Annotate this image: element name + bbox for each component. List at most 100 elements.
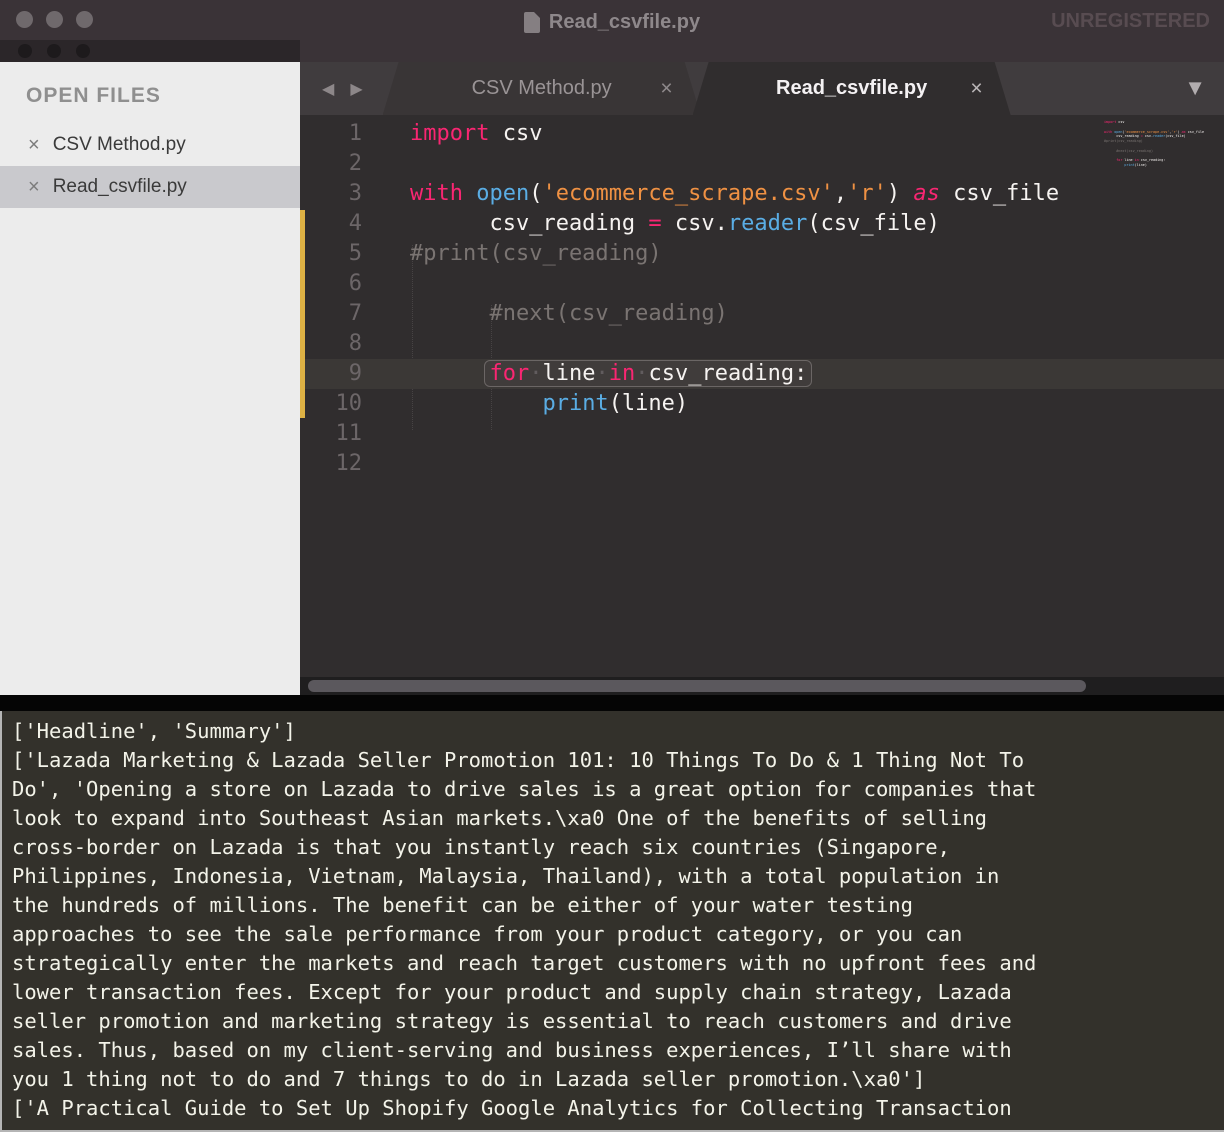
code-line-2[interactable]: 2 (300, 149, 1224, 179)
open-files-list: × CSV Method.py ×Read_csvfile.py (0, 124, 300, 208)
line-number: 5 (300, 239, 380, 269)
code-text (380, 419, 410, 449)
minimap[interactable]: import csvwith open('ecommerce_scrape.cs… (1102, 118, 1224, 180)
code-text: with open('ecommerce_scrape.csv','r') as… (380, 179, 1059, 209)
code-text: #next(csv_reading) (380, 299, 728, 329)
code-token: , (834, 181, 847, 206)
line-number: 1 (300, 119, 380, 149)
code-token: print (542, 391, 608, 416)
line-number: 10 (300, 389, 380, 419)
code-line-9[interactable]: 9 for·line·in·csv_reading: (300, 359, 1224, 389)
code-token: 'ecommerce_scrape.csv' (1124, 130, 1169, 134)
code-token: reader (728, 211, 807, 236)
code-line-10[interactable]: 10 print(line) (300, 389, 1224, 419)
code-token: #print(csv_reading) (1104, 139, 1143, 143)
console-line: cross-border on Lazada is that you insta… (12, 833, 1224, 862)
tab-label: CSV Method.py (472, 77, 612, 100)
code-text: import csv (380, 119, 542, 149)
code-token: for (489, 361, 529, 386)
code-line-12[interactable]: 12 (300, 449, 1224, 479)
close-tab-icon[interactable]: × (660, 77, 672, 101)
open-files-header: OPEN FILES (0, 76, 300, 124)
sidebar-file-read_csvfile-py[interactable]: ×Read_csvfile.py (0, 166, 300, 208)
tab-overflow-icon[interactable]: ▼ (1184, 75, 1206, 101)
code-text: print(line) (380, 389, 688, 419)
window-title: Read_csvfile.py (549, 11, 700, 34)
code-token: open (476, 181, 529, 206)
close-tab-icon[interactable]: × (970, 77, 982, 101)
code-line-4[interactable]: 4 csv_reading = csv.reader(csv_file) (300, 209, 1224, 239)
code-line-3[interactable]: 3with open('ecommerce_scrape.csv','r') a… (300, 179, 1224, 209)
main-area: OPEN FILES ×CSV Method.py×Read_csvfile.p… (0, 62, 1224, 695)
code-token (1104, 163, 1124, 167)
code-token: 'ecommerce_scrape.csv' (542, 181, 833, 206)
code-editor[interactable]: 1import csv23with open('ecommerce_scrape… (300, 115, 1224, 677)
code-text (380, 329, 410, 359)
code-token: with (410, 181, 463, 206)
document-icon (524, 12, 540, 33)
code-token: csv_file (940, 181, 1059, 206)
code-text (380, 449, 410, 479)
code-token: csv_reading: (648, 361, 807, 386)
console-output-panel[interactable]: ['Headline', 'Summary']['Lazada Marketin… (0, 711, 1224, 1132)
code-line-1[interactable]: 1import csv (300, 119, 1224, 149)
line-number: 7 (300, 299, 380, 329)
console-line: you 1 thing not to do and 7 things to do… (12, 1065, 1224, 1094)
titlebar-dot-icon (18, 44, 32, 58)
code-lines: 1import csv23with open('ecommerce_scrape… (300, 119, 1224, 479)
close-file-icon[interactable]: × (28, 177, 40, 197)
code-token (410, 361, 489, 386)
code-token (463, 181, 476, 206)
forward-arrow-icon[interactable]: ▶ (350, 79, 362, 99)
code-line-8[interactable]: 8 (300, 329, 1224, 359)
code-token: csv_reading (410, 211, 648, 236)
code-line-7[interactable]: 7 #next(csv_reading) (300, 299, 1224, 329)
tab-read_csvfile-py[interactable]: Read_csvfile.py× (693, 62, 1011, 115)
close-file-icon[interactable]: × (28, 135, 40, 155)
line-number: 6 (300, 269, 380, 299)
code-line-6[interactable]: 6 (300, 269, 1224, 299)
tab-csv-method-py[interactable]: CSV Method.py × (383, 62, 701, 115)
code-token: · (529, 361, 542, 386)
tab-bar: ◀ ▶ CSV Method.py×Read_csvfile.py× ▼ (300, 62, 1224, 115)
code-text (380, 269, 410, 299)
sidebar: OPEN FILES × CSV Method.py ×Read_csvfile.p… (0, 62, 300, 695)
code-token: import (410, 121, 489, 146)
line-number: 9 (300, 359, 380, 389)
code-token: csv. (1143, 134, 1153, 138)
sidebar-file-csv-method-py[interactable]: × CSV Method.py (0, 124, 300, 166)
console-line: ['Lazada Marketing & Lazada Seller Promo… (12, 746, 1224, 775)
code-token: ( (529, 181, 542, 206)
line-number: 12 (300, 449, 380, 479)
code-token: = (648, 211, 661, 236)
code-token: reader (1153, 134, 1165, 138)
console-line: sales. Thus, based on my client-serving … (12, 1036, 1224, 1065)
code-token (1104, 158, 1116, 162)
modified-region-marker (300, 210, 305, 418)
minimap-line (1104, 173, 1222, 178)
code-token: csv_reading: (1141, 158, 1166, 162)
current-statement-highlight: for·line·in·csv_reading: (484, 360, 812, 387)
code-line-5[interactable]: 5#print(csv_reading) (300, 239, 1224, 269)
console-line: Do', 'Opening a store on Lazada to drive… (12, 775, 1224, 804)
code-token: ) (887, 181, 914, 206)
code-token: line (1124, 158, 1132, 162)
console-line: ['A Practical Guide to Set Up Shopify Go… (12, 1094, 1224, 1123)
code-token: csv_file (1186, 130, 1204, 134)
back-arrow-icon[interactable]: ◀ (322, 79, 334, 99)
code-token: csv_reading (1104, 134, 1141, 138)
code-token: as (913, 181, 940, 206)
code-line-11[interactable]: 11 (300, 419, 1224, 449)
code-token: in (609, 361, 636, 386)
file-name-label: CSV Method.py (53, 134, 186, 156)
code-token (410, 391, 542, 416)
horizontal-scrollbar[interactable] (300, 677, 1224, 695)
code-token: csv. (662, 211, 728, 236)
tab-nav-arrows: ◀ ▶ (300, 62, 373, 115)
code-token: print (1124, 163, 1134, 167)
line-number: 3 (300, 179, 380, 209)
code-token: #next(csv_reading) (1104, 149, 1153, 153)
scrollbar-thumb[interactable] (308, 680, 1086, 692)
code-token: import (1104, 120, 1116, 124)
code-text (380, 149, 410, 179)
